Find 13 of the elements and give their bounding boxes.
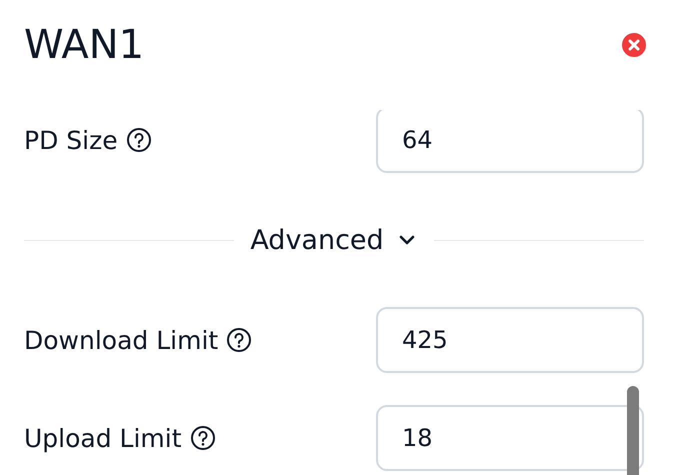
input-field[interactable]: 64 bbox=[376, 110, 644, 173]
help-icon[interactable] bbox=[126, 127, 152, 153]
close-icon[interactable] bbox=[622, 33, 646, 57]
help-icon[interactable] bbox=[190, 425, 216, 451]
field-label: Upload Limit bbox=[24, 424, 182, 452]
field-label: Download Limit bbox=[24, 326, 218, 354]
advanced-toggle[interactable]: Advanced bbox=[250, 224, 418, 256]
scrollbar[interactable] bbox=[627, 386, 639, 475]
input-field[interactable]: 18 bbox=[376, 405, 644, 471]
field-label: PD Size bbox=[24, 126, 118, 154]
dialog-title: WAN1 bbox=[24, 22, 144, 68]
input-field[interactable]: 425 bbox=[376, 307, 644, 373]
help-icon[interactable] bbox=[226, 327, 252, 353]
